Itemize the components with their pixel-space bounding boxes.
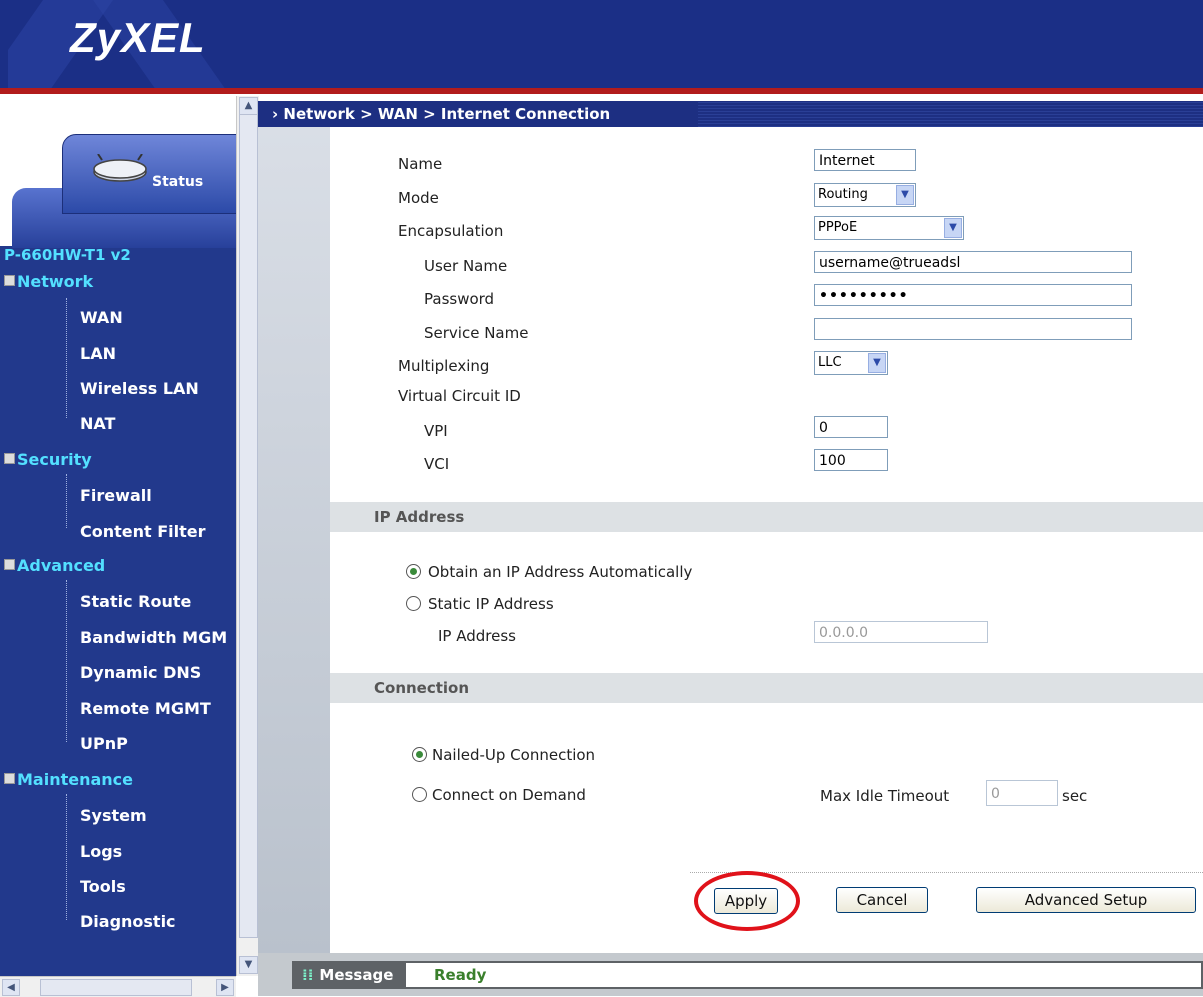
sidebar-item-content-filter[interactable]: Content Filter: [80, 522, 206, 541]
sidebar-group-advanced[interactable]: Advanced: [4, 556, 105, 575]
scrollbar-thumb[interactable]: [40, 979, 192, 996]
scroll-up-icon[interactable]: ▲: [239, 97, 258, 115]
advanced-setup-button[interactable]: Advanced Setup: [976, 887, 1196, 913]
password-label: Password: [424, 290, 495, 308]
message-dots-icon: ⁞⁞: [302, 966, 314, 984]
chevron-down-icon[interactable]: ▼: [896, 185, 914, 205]
sidebar-item-system[interactable]: System: [80, 806, 147, 825]
username-field[interactable]: username@trueadsl: [814, 251, 1132, 273]
ip-address-section-header: IP Address: [330, 502, 1203, 532]
password-field[interactable]: •••••••••: [814, 284, 1132, 306]
cancel-button[interactable]: Cancel: [836, 887, 928, 913]
connect-on-demand-label: Connect on Demand: [432, 786, 586, 804]
max-idle-timeout-label: Max Idle Timeout: [820, 787, 950, 805]
obtain-ip-auto-radio[interactable]: [406, 564, 421, 579]
device-model: P-660HW-T1 v2: [4, 246, 131, 264]
service-name-field[interactable]: [814, 318, 1132, 340]
sidebar-item-dynamic-dns[interactable]: Dynamic DNS: [80, 663, 201, 682]
sidebar-item-bandwidth-mgmt[interactable]: Bandwidth MGM: [80, 628, 227, 647]
status-tab-label: Status: [152, 174, 204, 190]
username-label: User Name: [424, 257, 508, 275]
sidebar: Status P-660HW-T1 v2 Network WAN LAN Wir…: [0, 96, 236, 976]
sidebar-item-lan[interactable]: LAN: [80, 344, 116, 363]
sidebar-item-static-route[interactable]: Static Route: [80, 592, 191, 611]
multiplexing-select[interactable]: LLC ▼: [814, 351, 888, 375]
scroll-down-icon[interactable]: ▼: [239, 956, 258, 974]
sidebar-item-logs[interactable]: Logs: [80, 842, 122, 861]
scrollbar-thumb[interactable]: [239, 114, 258, 938]
scroll-right-icon[interactable]: ▶: [216, 979, 234, 996]
breadcrumb-text: Network > WAN > Internet Connection: [283, 105, 611, 123]
sidebar-item-wireless-lan[interactable]: Wireless LAN: [80, 379, 199, 398]
breadcrumb-arrow-icon: ›: [272, 105, 279, 123]
content-left-band: [258, 127, 330, 953]
vpi-label: VPI: [424, 422, 448, 440]
sidebar-item-remote-mgmt[interactable]: Remote MGMT: [80, 699, 211, 718]
vpi-field[interactable]: 0: [814, 416, 888, 438]
scroll-left-icon[interactable]: ◀: [2, 979, 20, 996]
nailed-up-label: Nailed-Up Connection: [432, 746, 596, 764]
sidebar-item-firewall[interactable]: Firewall: [80, 486, 152, 505]
name-label: Name: [398, 155, 443, 173]
message-label: Message: [319, 966, 394, 984]
apply-highlight-circle: [694, 871, 800, 931]
sidebar-item-wan[interactable]: WAN: [80, 308, 123, 327]
timeout-unit-label: sec: [1062, 787, 1088, 805]
mode-select[interactable]: Routing ▼: [814, 183, 916, 207]
sidebar-item-upnp[interactable]: UPnP: [80, 734, 128, 753]
sidebar-horizontal-scrollbar[interactable]: ◀ ▶: [0, 976, 236, 997]
virtual-circuit-label: Virtual Circuit ID: [398, 387, 521, 405]
sidebar-group-security[interactable]: Security: [4, 450, 92, 469]
multiplexing-label: Multiplexing: [398, 357, 490, 375]
ip-address-label: IP Address: [438, 627, 516, 645]
status-tab[interactable]: [62, 134, 236, 214]
static-ip-radio[interactable]: [406, 596, 421, 611]
chevron-down-icon[interactable]: ▼: [868, 353, 886, 373]
sidebar-vertical-scrollbar[interactable]: ▲ ▼: [236, 96, 259, 976]
breadcrumb: › Network > WAN > Internet Connection: [258, 101, 1203, 127]
vci-label: VCI: [424, 455, 450, 473]
sidebar-group-maintenance[interactable]: Maintenance: [4, 770, 133, 789]
header-bar: ZyXEL: [0, 0, 1203, 94]
static-ip-label: Static IP Address: [428, 595, 554, 613]
vci-field[interactable]: 100: [814, 449, 888, 471]
encapsulation-label: Encapsulation: [398, 222, 504, 240]
content-panel: Name Internet Mode Routing ▼ Encapsulatio…: [330, 127, 1203, 953]
router-icon: [93, 154, 147, 182]
max-idle-timeout-field[interactable]: 0: [986, 780, 1058, 806]
message-value: Ready: [406, 963, 1201, 987]
connection-section-header: Connection: [330, 673, 1203, 703]
connect-on-demand-radio[interactable]: [412, 787, 427, 802]
nailed-up-radio[interactable]: [412, 747, 427, 762]
obtain-ip-auto-label: Obtain an IP Address Automatically: [428, 563, 693, 581]
service-name-label: Service Name: [424, 324, 529, 342]
sidebar-item-diagnostic[interactable]: Diagnostic: [80, 912, 176, 931]
ip-address-field[interactable]: 0.0.0.0: [814, 621, 988, 643]
mode-label: Mode: [398, 189, 439, 207]
logo-area: ZyXEL: [8, 0, 268, 88]
header-stripe: [0, 88, 1203, 94]
message-bar: ⁞⁞ Message Ready: [292, 961, 1203, 989]
encapsulation-select[interactable]: PPPoE ▼: [814, 216, 964, 240]
chevron-down-icon[interactable]: ▼: [944, 218, 962, 238]
sidebar-item-tools[interactable]: Tools: [80, 877, 126, 896]
sidebar-group-network[interactable]: Network: [4, 272, 93, 291]
name-field[interactable]: Internet: [814, 149, 916, 171]
sidebar-item-nat[interactable]: NAT: [80, 414, 115, 433]
zyxel-logo: ZyXEL: [70, 14, 206, 61]
